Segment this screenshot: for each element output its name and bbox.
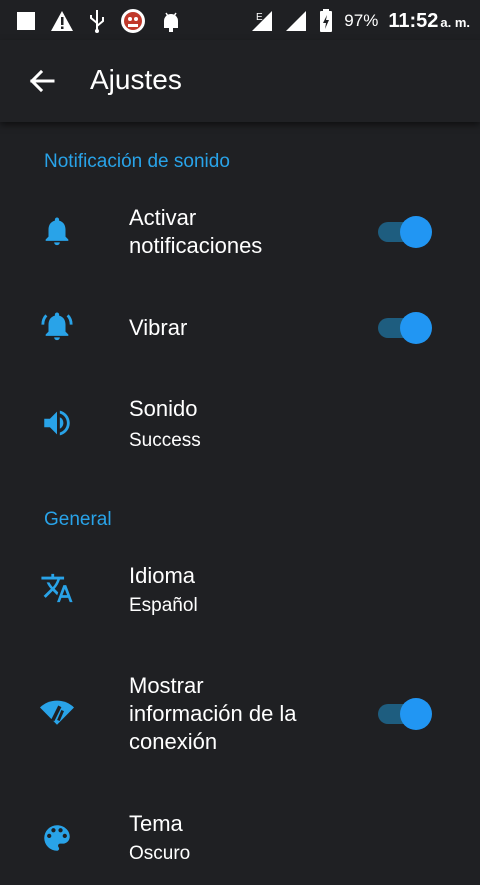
clock: 11:52 a. m.: [388, 10, 470, 33]
setting-language-label: Idioma: [129, 563, 196, 588]
notifications-toggle[interactable]: [376, 215, 432, 248]
clock-ampm: a. m.: [440, 14, 470, 30]
back-arrow-icon[interactable]: [26, 65, 58, 97]
toggle-thumb: [400, 698, 432, 730]
app-avatar-icon: [121, 9, 145, 33]
svg-text:E: E: [256, 12, 263, 23]
section-header-general: General: [44, 509, 112, 530]
setting-connection-info[interactable]: Mostrar información de la conexión: [0, 665, 480, 765]
clock-time: 11:52: [388, 9, 439, 32]
vibrate-toggle[interactable]: [376, 311, 432, 344]
setting-vibrate[interactable]: Vibrar: [0, 295, 480, 365]
page-title: Ajustes: [90, 64, 182, 95]
vibrate-bell-icon: [41, 312, 73, 341]
setting-theme-label: Tema: [129, 811, 183, 836]
usb-icon: [90, 10, 104, 33]
battery-percentage: 97%: [344, 11, 379, 30]
notification-square-icon: [17, 12, 35, 30]
setting-theme[interactable]: Tema Oscuro: [0, 795, 480, 885]
setting-language[interactable]: Idioma Español: [0, 550, 480, 640]
palette-icon: [44, 825, 70, 851]
app-toolbar: Ajustes: [0, 40, 480, 122]
setting-theme-value: Oscuro: [129, 843, 191, 864]
status-bar: E 97% 11:52 a. m.: [0, 0, 480, 40]
connection-info-toggle[interactable]: [376, 697, 432, 730]
signal-e-icon: E: [252, 11, 273, 31]
setting-sound-value: Success: [129, 430, 201, 451]
setting-notifications-label: Activar notificaciones: [129, 205, 263, 258]
android-debug-icon: [164, 12, 178, 32]
setting-connection-info-label: Mostrar información de la conexión: [129, 673, 297, 754]
battery-charging-icon: [320, 9, 333, 32]
setting-sound[interactable]: Sonido Success: [0, 385, 480, 475]
setting-language-value: Español: [129, 595, 198, 616]
setting-notifications[interactable]: Activar notificaciones: [0, 190, 480, 280]
signal-icon: [286, 11, 307, 31]
toggle-thumb: [400, 216, 432, 248]
warning-icon: [51, 11, 73, 31]
wifi-signal-icon: [40, 700, 74, 725]
setting-sound-label: Sonido: [129, 396, 198, 421]
section-header-sound: Notificación de sonido: [44, 151, 230, 172]
translate-icon: [41, 573, 73, 603]
speaker-icon: [44, 410, 70, 436]
bell-icon: [45, 217, 69, 246]
toggle-thumb: [400, 312, 432, 344]
setting-vibrate-label: Vibrar: [129, 315, 188, 340]
